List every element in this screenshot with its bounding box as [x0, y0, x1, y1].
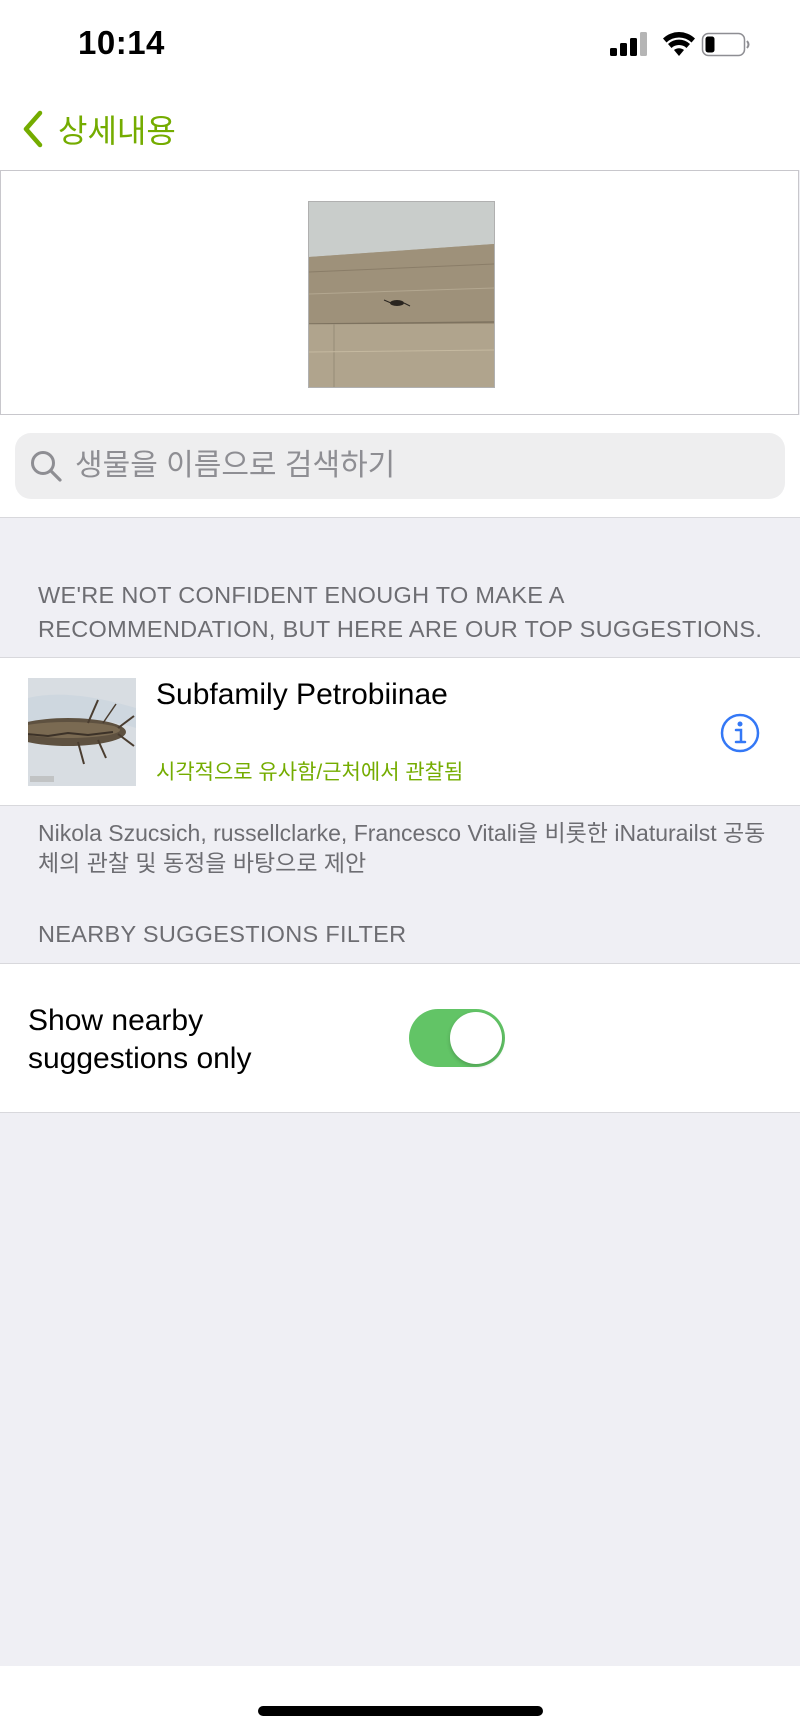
search-input[interactable] [73, 448, 767, 484]
chevron-left-icon [23, 110, 43, 148]
filter-row: Show nearby suggestions only [0, 963, 800, 1113]
nearby-filter-toggle[interactable] [409, 1009, 505, 1067]
suggestion-row[interactable]: Subfamily Petrobiinae 시각적으로 유사함/근처에서 관찰됨 [0, 657, 800, 806]
search-box[interactable] [15, 433, 785, 499]
back-button[interactable]: 상세내용 [22, 104, 176, 154]
home-area [0, 1666, 800, 1730]
taxon-photo [28, 678, 136, 786]
search-icon [31, 451, 62, 482]
nav-bar: 상세내용 [0, 90, 800, 170]
screen: 10:14 상세내용 생물을 이름으로 검색하기 WE'RE NOT CONFI… [0, 0, 800, 1730]
suggestions-header: WE'RE NOT CONFIDENT ENOUGH TO MAKE A REC… [38, 582, 763, 642]
back-label: 상세내용 [58, 113, 176, 149]
info-icon[interactable] [720, 713, 760, 753]
status-icons [610, 32, 750, 57]
status-bar: 10:14 [0, 0, 800, 90]
photo-area [0, 170, 799, 415]
observation-photo[interactable] [308, 201, 495, 388]
toggle-knob [450, 1012, 502, 1064]
filter-header: NEARBY SUGGESTIONS FILTER [38, 921, 407, 947]
search-section [0, 415, 800, 518]
taxon-photo-image [28, 678, 136, 786]
suggestion-attribution: Nikola Szucsich, russellclarke, Francesc… [38, 820, 766, 876]
taxon-name: Subfamily Petrobiinae [156, 678, 448, 711]
nearby-filter-label: Show nearby suggestions only [28, 1004, 252, 1075]
battery-icon [701, 32, 750, 57]
wifi-icon [663, 32, 695, 56]
status-time: 10:14 [78, 24, 165, 61]
taxon-reason: 시각적으로 유사함/근처에서 관찰됨 [156, 761, 464, 784]
cellular-signal-icon [610, 32, 647, 56]
home-indicator[interactable] [258, 1706, 543, 1716]
observation-photo-image [309, 202, 494, 387]
